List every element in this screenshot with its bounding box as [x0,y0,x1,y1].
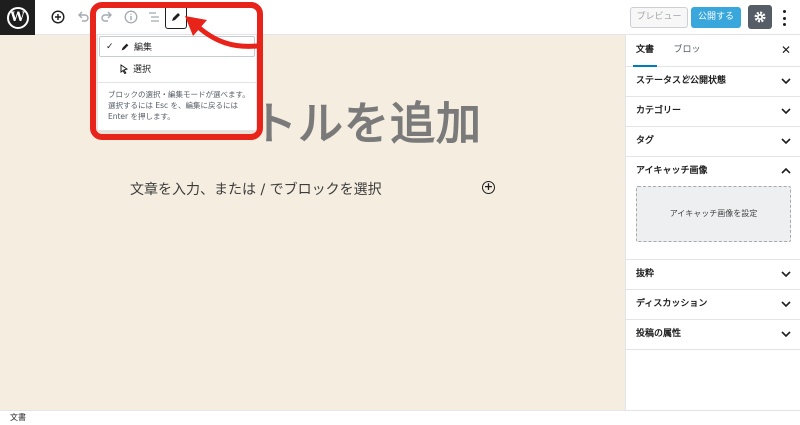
panel-label: ディスカッション [636,299,708,309]
info-icon [124,10,138,24]
menu-description: ブロックの選択・編集モードが選べます。選択するには Esc を、編集に戻るには … [108,90,250,121]
panel-post-attributes[interactable]: 投稿の属性 [626,320,800,350]
redo-button[interactable] [97,7,117,27]
panel-label: カテゴリー [636,106,682,116]
chevron-down-icon [781,331,791,338]
block-breadcrumb: 文書 [0,410,800,425]
chevron-down-icon [781,78,791,85]
set-featured-image-button[interactable]: アイキャッチ画像を設定 [636,186,791,242]
panel-label: タグ [636,136,655,146]
cursor-icon [119,63,133,74]
dot-icon [782,10,786,13]
panel-label: 抜粋 [636,269,655,279]
panel-discussion[interactable]: ディスカッション [626,290,800,320]
preview-button[interactable]: プレビュー [630,7,688,28]
panel-label: 投稿の属性 [636,329,682,339]
undo-icon [78,11,89,22]
wordpress-icon: W [6,6,29,29]
dot-icon [782,16,786,20]
panel-label: ステータスと公開状態 [636,76,727,86]
publish-button[interactable]: 公開する [691,7,741,28]
sidebar-tabs: 文書 ブロック ✕ [626,35,800,85]
settings-sidebar: 文書 ブロック ✕ ステータスと公開状態 カテゴリー タグ アイキャッチ画像 ア… [625,35,800,410]
post-title[interactable]: トルを追加 [252,87,482,152]
chevron-up-icon [781,167,791,174]
inline-add-block-button[interactable]: + [482,181,495,194]
check-icon: ✓ [106,41,114,52]
plus-circle-icon [51,10,65,24]
settings-button[interactable] [748,5,772,29]
menu-item-select[interactable]: 選択 [99,58,255,79]
chevron-down-icon [781,138,791,145]
list-icon [149,12,159,22]
chevron-down-icon [781,271,791,278]
panel-categories[interactable]: カテゴリー [626,97,800,127]
panel-excerpt[interactable]: 抜粋 [626,260,800,290]
add-block-button[interactable] [48,7,68,27]
panel-featured-image[interactable]: アイキャッチ画像 [626,157,800,187]
chevron-down-icon [781,108,791,115]
undo-button[interactable] [73,7,93,27]
panel-tags[interactable]: タグ [626,127,800,157]
close-icon[interactable]: ✕ [781,44,791,56]
tab-document[interactable]: 文書 [633,35,657,67]
annotation-arrow-icon [185,16,260,49]
top-toolbar: W プレビュー 公開する [0,0,800,35]
editor-canvas[interactable]: トルを追加 文章を入力、または / でブロックを選択 + [0,35,625,410]
breadcrumb-item[interactable]: 文書 [10,413,26,422]
info-button[interactable] [121,7,141,27]
panel-label: アイキャッチ画像 [636,166,708,176]
plus-icon: + [483,180,494,193]
wordpress-logo[interactable]: W [0,0,35,35]
menu-item-label: 選択 [133,65,152,75]
paragraph-placeholder[interactable]: 文章を入力、または / でブロックを選択 [130,179,382,199]
menu-divider [98,82,256,83]
pencil-icon [120,42,134,52]
more-options-button[interactable] [778,8,790,28]
tab-block[interactable]: ブロック [670,35,704,85]
panel-status-visibility[interactable]: ステータスと公開状態 [626,67,800,97]
redo-icon [101,11,112,22]
gear-icon [754,11,766,23]
menu-item-label: 編集 [134,43,153,53]
dot-icon [782,23,786,26]
block-navigation-button[interactable] [144,7,164,27]
chevron-down-icon [781,301,791,308]
